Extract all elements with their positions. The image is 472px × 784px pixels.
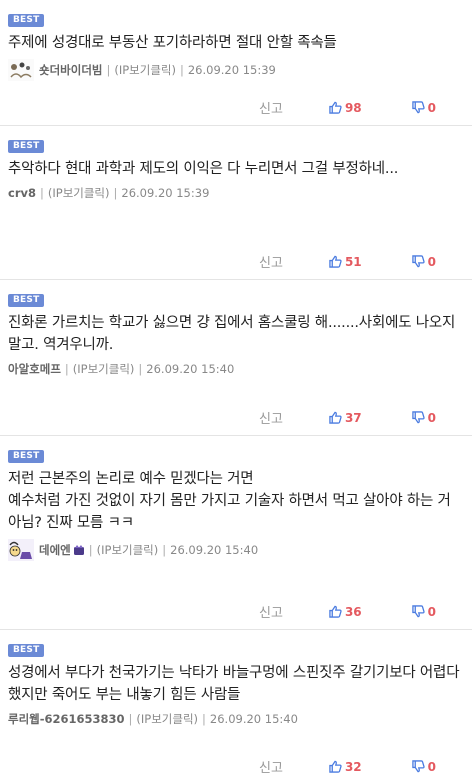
thumbs-up-icon (329, 255, 342, 268)
thumbs-up-icon (329, 411, 342, 424)
downvote-button[interactable]: 0 (411, 410, 436, 425)
upvote-count: 98 (344, 100, 362, 115)
comment-meta: 숏더바이더빔 | (IP보기클릭) | 26.09.20 15:39 (8, 59, 464, 81)
comment-text: 추악하다 현대 과학과 제도의 이익은 다 누리면서 그걸 부정하네... (8, 161, 399, 177)
badge-icon (73, 545, 84, 555)
comment-meta: crv8 | (IP보기클릭) | 26.09.20 15:39 (8, 185, 464, 201)
upvote-count: 51 (344, 254, 362, 269)
thumbs-down-icon (411, 101, 425, 114)
comment-timestamp: 26.09.20 15:40 (209, 712, 298, 726)
downvote-button[interactable]: 0 (411, 604, 436, 619)
best-badge: BEST (8, 644, 45, 657)
upvote-button[interactable]: 32 (329, 760, 362, 774)
upvote-count: 37 (344, 410, 362, 425)
meta-separator: | (106, 63, 111, 77)
meta-separator: | (64, 362, 69, 376)
best-badge: BEST (8, 294, 45, 307)
comment-timestamp: 26.09.20 15:39 (187, 63, 276, 77)
report-button[interactable]: 신고 (259, 408, 283, 427)
thumbs-down-icon (411, 605, 425, 618)
ip-view-link[interactable]: (IP보기클릭) (114, 62, 176, 78)
thumbs-up-icon (329, 760, 342, 773)
downvote-button[interactable]: 0 (411, 100, 436, 115)
meta-separator: | (162, 543, 167, 557)
meta-separator: | (128, 712, 133, 726)
comment-timestamp: 26.09.20 15:40 (170, 543, 259, 557)
meta-separator: | (179, 63, 184, 77)
comment-text: 진화론 가르치는 학교가 싫으면 걍 집에서 홈스쿨링 해.......사회에도… (8, 315, 460, 353)
comment-timestamp: 26.09.20 15:39 (121, 186, 210, 200)
upvote-count: 32 (344, 759, 362, 774)
comment-actions: 신고 98 0 (259, 98, 436, 118)
meta-separator: | (113, 186, 118, 200)
best-badge: BEST (8, 14, 45, 27)
thumbs-down-icon (411, 255, 425, 268)
meta-separator: | (88, 543, 93, 557)
thumbs-up-icon (329, 605, 342, 618)
best-comment-list: BEST 주제에 성경대로 부동산 포기하라하면 절대 안할 족속들 숏더바이더… (0, 0, 472, 784)
comment-text: 저런 근본주의 논리로 예수 믿겠다는 거면 예수처럼 가진 것없이 자기 몸만… (8, 471, 451, 531)
downvote-button[interactable]: 0 (411, 759, 436, 774)
thumbs-down-icon (411, 411, 425, 424)
ip-view-link[interactable]: (IP보기클릭) (136, 711, 198, 727)
downvote-count: 0 (427, 100, 436, 115)
comment-nickname[interactable]: crv8 (8, 186, 36, 200)
ip-view-link[interactable]: (IP보기클릭) (97, 542, 159, 558)
meta-separator: | (40, 186, 44, 200)
comment-text: 성경에서 부다가 천국가기는 낙타가 바늘구멍에 스핀짓주 갈기기보다 어렵다 … (8, 665, 464, 703)
ip-view-link[interactable]: (IP보기클릭) (73, 361, 135, 377)
comment-meta: 데에엔 | (IP보기클릭) | 26.09.20 15:40 (8, 539, 464, 561)
comment-actions: 신고 32 0 (259, 757, 436, 777)
comment-text: 주제에 성경대로 부동산 포기하라하면 절대 안할 족속들 (8, 35, 337, 51)
comment-nickname[interactable]: 데에엔 (39, 542, 71, 558)
avatar-icon[interactable] (8, 539, 34, 561)
avatar-icon[interactable] (8, 59, 34, 81)
ip-view-link[interactable]: (IP보기클릭) (48, 185, 110, 201)
report-button[interactable]: 신고 (259, 602, 283, 621)
comment-actions: 신고 51 0 (259, 252, 436, 272)
upvote-button[interactable]: 37 (329, 411, 362, 425)
upvote-button[interactable]: 36 (329, 605, 362, 619)
meta-separator: | (202, 712, 206, 726)
downvote-button[interactable]: 0 (411, 254, 436, 269)
comment-meta: 루리웹-6261653830 | (IP보기클릭) | 26.09.20 15:… (8, 711, 464, 727)
comment-item: BEST 저런 근본주의 논리로 예수 믿겠다는 거면 예수처럼 가진 것없이 … (0, 436, 472, 630)
comment-item: BEST 진화론 가르치는 학교가 싫으면 걍 집에서 홈스쿨링 해......… (0, 280, 472, 436)
comment-actions: 신고 37 0 (259, 408, 436, 428)
comment-item: BEST 추악하다 현대 과학과 제도의 이익은 다 누리면서 그걸 부정하네.… (0, 126, 472, 280)
downvote-count: 0 (427, 254, 436, 269)
comment-timestamp: 26.09.20 15:40 (146, 362, 235, 376)
upvote-button[interactable]: 98 (329, 101, 362, 115)
upvote-count: 36 (344, 604, 362, 619)
upvote-button[interactable]: 51 (329, 255, 362, 269)
comment-nickname[interactable]: 루리웹-6261653830 (8, 711, 125, 727)
report-button[interactable]: 신고 (259, 757, 283, 776)
downvote-count: 0 (427, 410, 436, 425)
comment-nickname[interactable]: 아알호메프 (8, 361, 61, 377)
comment-actions: 신고 36 0 (259, 602, 436, 622)
comment-item: BEST 주제에 성경대로 부동산 포기하라하면 절대 안할 족속들 숏더바이더… (0, 0, 472, 126)
report-button[interactable]: 신고 (259, 98, 283, 117)
meta-separator: | (138, 362, 143, 376)
comment-nickname[interactable]: 숏더바이더빔 (39, 62, 102, 78)
thumbs-up-icon (329, 101, 342, 114)
downvote-count: 0 (427, 604, 436, 619)
best-badge: BEST (8, 140, 45, 153)
comment-item: BEST 성경에서 부다가 천국가기는 낙타가 바늘구멍에 스핀짓주 갈기기보다… (0, 630, 472, 784)
report-button[interactable]: 신고 (259, 252, 283, 271)
thumbs-down-icon (411, 760, 425, 773)
comment-meta: 아알호메프 | (IP보기클릭) | 26.09.20 15:40 (8, 361, 464, 377)
best-badge: BEST (8, 450, 45, 463)
downvote-count: 0 (427, 759, 436, 774)
